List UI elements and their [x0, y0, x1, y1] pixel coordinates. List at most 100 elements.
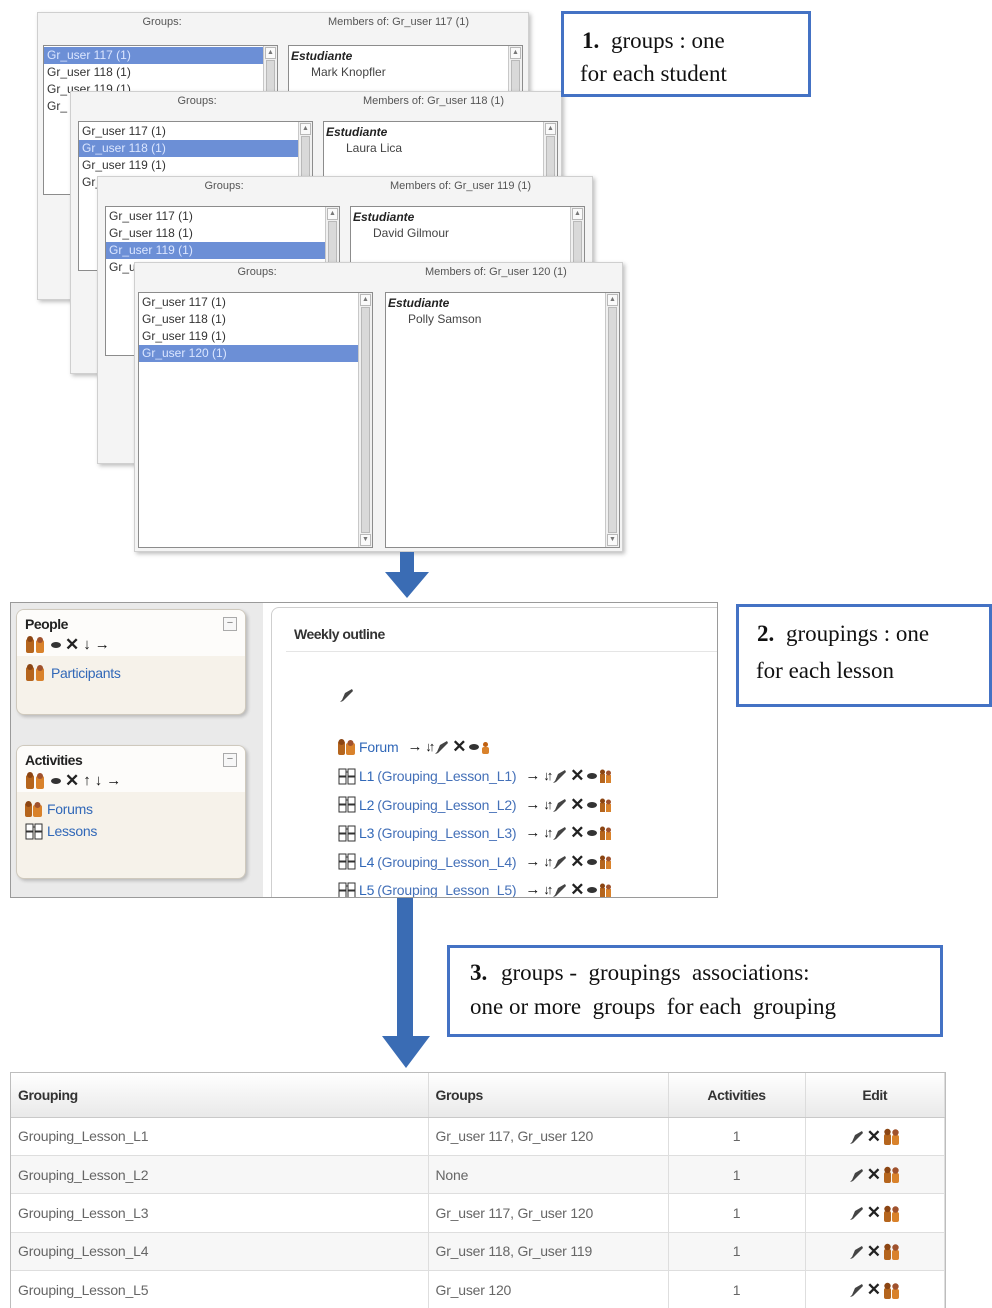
scrollbar[interactable]: ▲▼	[358, 293, 372, 547]
delete-icon[interactable]: ✕	[867, 1243, 881, 1260]
groups-listbox[interactable]: Gr_user 117 (1) Gr_user 118 (1) Gr_user 11…	[138, 292, 373, 548]
group-option[interactable]: Gr_user 119 (1)	[79, 157, 298, 174]
roles-icon[interactable]	[25, 772, 47, 790]
move-down-icon[interactable]: ↓	[95, 773, 103, 789]
members-icon[interactable]	[883, 1243, 900, 1261]
eye-icon[interactable]	[587, 858, 598, 865]
group-option[interactable]: Gr_user 117 (1)	[44, 47, 263, 64]
group-option[interactable]: Gr_user 118 (1)	[44, 64, 263, 81]
roles-icon[interactable]	[600, 826, 612, 840]
eye-icon[interactable]	[51, 778, 61, 784]
roles-icon[interactable]	[600, 798, 612, 812]
roles-icon[interactable]	[600, 769, 612, 783]
collapse-icon[interactable]: −	[223, 753, 237, 767]
delete-icon[interactable]: ✕	[570, 881, 584, 897]
group-option[interactable]: Gr_user 118 (1)	[79, 140, 298, 157]
scroll-up-icon[interactable]: ▲	[545, 123, 556, 135]
eye-icon[interactable]	[51, 642, 61, 648]
group-option[interactable]: Gr_user 119 (1)	[106, 242, 325, 259]
move-right-icon[interactable]: →	[525, 796, 540, 813]
eye-icon[interactable]	[587, 801, 598, 808]
eye-icon[interactable]	[469, 744, 480, 750]
scroll-thumb[interactable]	[608, 307, 617, 533]
delete-icon[interactable]: ✕	[867, 1128, 881, 1145]
members-icon[interactable]	[883, 1166, 900, 1184]
lessons-link[interactable]: Lessons	[25, 820, 237, 842]
scroll-up-icon[interactable]: ▲	[572, 208, 583, 220]
scroll-up-icon[interactable]: ▲	[360, 294, 371, 306]
scroll-down-icon[interactable]: ▼	[360, 534, 371, 546]
edit-icon[interactable]	[849, 1283, 864, 1298]
member-name[interactable]: Mark Knopfler	[289, 64, 508, 80]
scroll-thumb[interactable]	[361, 307, 370, 533]
edit-icon[interactable]	[340, 688, 354, 702]
edit-icon[interactable]	[553, 826, 567, 840]
roles-icon[interactable]	[600, 883, 612, 897]
move-up-icon[interactable]: ↑	[83, 773, 91, 789]
lesson-link[interactable]: L2	[359, 797, 374, 813]
delete-icon[interactable]: ✕	[570, 767, 584, 784]
groups-column-header[interactable]: Groups	[428, 1073, 669, 1118]
edit-icon[interactable]	[849, 1245, 864, 1259]
eye-icon[interactable]	[587, 773, 598, 779]
collapse-icon[interactable]: −	[223, 617, 237, 631]
move-right-icon[interactable]: →	[407, 739, 422, 755]
scroll-up-icon[interactable]: ▲	[607, 294, 618, 306]
delete-icon[interactable]: ✕	[867, 1166, 881, 1183]
members-listbox[interactable]: Estudiante Polly Samson ▲ ▼	[385, 292, 620, 548]
forums-link[interactable]: Forums	[25, 798, 237, 820]
move-right-icon[interactable]: →	[525, 882, 540, 898]
move-icon[interactable]: ↓↑	[543, 797, 553, 813]
move-icon[interactable]: ↓↑	[543, 768, 553, 784]
move-icon[interactable]: ↓↑	[425, 739, 435, 755]
move-right-icon[interactable]: →	[106, 773, 121, 789]
group-option[interactable]: Gr_user 119 (1)	[139, 328, 358, 345]
scroll-up-icon[interactable]: ▲	[327, 208, 338, 220]
move-right-icon[interactable]: →	[525, 825, 540, 841]
group-option[interactable]: Gr_user 120 (1)	[139, 345, 358, 362]
delete-icon[interactable]: ✕	[570, 853, 584, 870]
delete-icon[interactable]: ✕	[452, 738, 466, 755]
members-icon[interactable]	[883, 1282, 900, 1299]
group-option[interactable]: Gr_user 117 (1)	[139, 294, 358, 311]
participants-link[interactable]: Participants	[25, 662, 237, 684]
lesson-link[interactable]: L1	[359, 768, 374, 784]
move-icon[interactable]: ↓↑	[543, 882, 553, 897]
edit-icon[interactable]	[553, 883, 567, 897]
move-down-icon[interactable]: ↓	[83, 637, 91, 653]
members-icon[interactable]	[883, 1128, 900, 1146]
eye-icon[interactable]	[587, 830, 598, 836]
delete-icon[interactable]: ✕	[867, 1204, 881, 1221]
delete-icon[interactable]: ✕	[570, 824, 584, 841]
delete-icon[interactable]: ✕	[570, 796, 584, 813]
edit-icon[interactable]	[553, 798, 567, 812]
edit-icon[interactable]	[553, 769, 567, 783]
lesson-link[interactable]: L4	[359, 854, 374, 870]
edit-icon[interactable]	[435, 740, 449, 754]
edit-icon[interactable]	[553, 855, 567, 869]
scroll-up-icon[interactable]: ▲	[265, 47, 276, 59]
scroll-up-icon[interactable]: ▲	[300, 123, 311, 135]
activities-column-header[interactable]: Activities	[668, 1073, 806, 1118]
delete-icon[interactable]: ✕	[867, 1281, 881, 1298]
roles-icon[interactable]	[25, 636, 47, 654]
roles-icon[interactable]	[600, 855, 612, 869]
move-right-icon[interactable]: →	[95, 637, 110, 653]
edit-icon[interactable]	[849, 1206, 864, 1221]
scrollbar[interactable]: ▲▼	[605, 293, 619, 547]
user-icon[interactable]	[482, 741, 490, 754]
group-option[interactable]: Gr_user 117 (1)	[79, 123, 298, 140]
lesson-link[interactable]: L3	[359, 825, 374, 841]
delete-icon[interactable]: ✕	[65, 772, 79, 789]
forum-link[interactable]: Forum	[359, 739, 399, 755]
members-icon[interactable]	[883, 1205, 900, 1222]
group-option[interactable]: Gr_user 117 (1)	[106, 208, 325, 225]
scroll-down-icon[interactable]: ▼	[607, 534, 618, 546]
move-right-icon[interactable]: →	[525, 768, 540, 784]
group-option[interactable]: Gr_user 118 (1)	[139, 311, 358, 328]
lesson-link[interactable]: L5	[359, 882, 374, 897]
move-right-icon[interactable]: →	[525, 853, 540, 870]
eye-icon[interactable]	[587, 887, 598, 893]
grouping-column-header[interactable]: Grouping	[11, 1073, 429, 1118]
member-name[interactable]: Polly Samson	[386, 311, 605, 327]
